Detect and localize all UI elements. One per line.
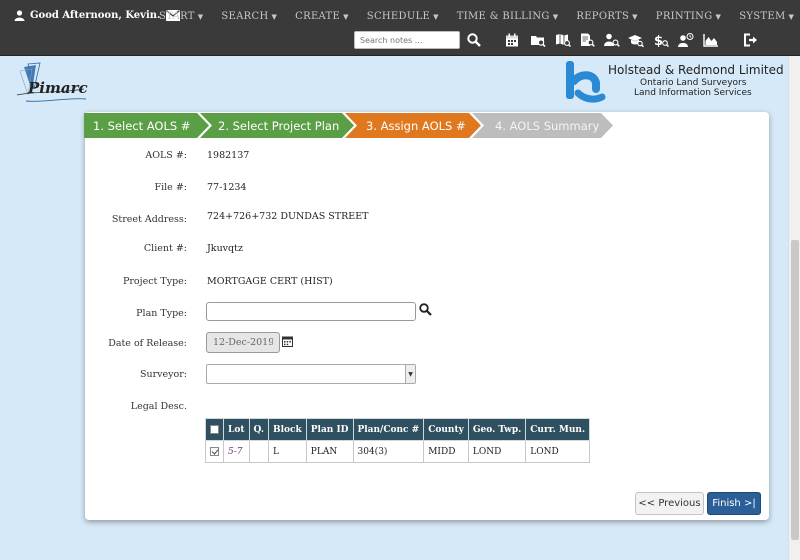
document-search-icon[interactable] [578, 31, 596, 49]
row-select-cell[interactable] [205, 440, 224, 463]
wizard-panel: AOLS #: 1982137 File #: 77-1234 Street A… [85, 112, 769, 520]
caret-down-icon: ▼ [433, 13, 439, 21]
block-cell: L [268, 440, 307, 463]
curr-mun-cell: LOND [525, 440, 591, 463]
col-curr-mun: Curr. Mun. [525, 418, 591, 441]
search-icon[interactable] [465, 31, 483, 49]
menu-schedule[interactable]: SCHEDULE ▼ [358, 11, 448, 22]
caret-down-icon: ▼ [552, 13, 559, 21]
finish-button[interactable]: Finish >| [707, 492, 761, 515]
header-band: Pimarc Holstead & Redmond Limited Ontari… [0, 57, 800, 112]
area-chart-icon[interactable] [702, 31, 720, 49]
col-county: County [423, 418, 469, 441]
scrollbar-thumb[interactable] [791, 240, 799, 540]
release-label: Date of Release: [108, 338, 187, 349]
plan-conc-cell: 304(3) [352, 440, 425, 463]
geo-twp-cell: LOND [467, 440, 527, 463]
user-clock-icon[interactable] [677, 31, 695, 49]
menu-reports[interactable]: REPORTS ▼ [567, 11, 646, 22]
client-label: Client #: [143, 243, 187, 254]
client-value: Jkuvqtz [207, 243, 243, 254]
surveyor-label: Surveyor: [140, 369, 187, 380]
lot-link[interactable]: 5-7 [223, 440, 250, 463]
col-lot: Lot [223, 418, 250, 441]
legal-desc-table: Lot Q. Block Plan ID Plan/Conc # County … [205, 418, 591, 463]
greeting-text: Good Afternoon, Kevin. [30, 10, 161, 21]
search-notes-input[interactable] [355, 32, 459, 48]
plan-type-input[interactable] [206, 302, 416, 321]
step-assign-aols[interactable]: 3. Assign AOLS # [342, 113, 482, 138]
map-search-icon[interactable] [554, 31, 572, 49]
holstead-redmond-logo: Holstead & Redmond Limited Ontario Land … [564, 59, 794, 103]
page-scrollbar[interactable] [788, 56, 800, 560]
menu-create[interactable]: CREATE ▼ [286, 11, 358, 22]
caret-down-icon: ▼ [715, 13, 722, 21]
release-date-input[interactable] [206, 332, 280, 353]
step-2-label: 2. Select Project Plan [218, 118, 340, 133]
q-cell [248, 440, 270, 463]
col-plan-id: Plan ID [305, 418, 354, 441]
pimarc-logo: Pimarc [14, 61, 94, 107]
step-3-label: 3. Assign AOLS # [366, 118, 466, 133]
main-menu: START ▼ SEARCH ▼ CREATE ▼ SCHEDULE ▼ TIME & … [150, 11, 800, 22]
street-label: Street Address: [111, 214, 187, 225]
dollar-search-icon[interactable]: $ [652, 31, 670, 49]
table-header-row: Lot Q. Block Plan ID Plan/Conc # County … [205, 418, 591, 441]
previous-button[interactable]: << Previous [635, 492, 704, 515]
folder-search-icon[interactable] [529, 31, 547, 49]
hr-logo-mark-icon [566, 61, 606, 103]
project-type-label: Project Type: [123, 276, 187, 287]
svg-text:Pimarc: Pimarc [27, 79, 88, 97]
project-type-value: MORTGAGE CERT (HIST) [207, 276, 333, 287]
calendar-icon[interactable] [503, 31, 521, 49]
file-value: 77-1234 [207, 182, 247, 193]
step-aols-summary[interactable]: 4. AOLS Summary [469, 113, 613, 138]
step-1-label: 1. Select AOLS # [93, 118, 191, 133]
street-value: 724+726+732 DUNDAS STREET [207, 211, 369, 222]
plan-id-cell: PLAN [305, 440, 354, 463]
company-name: Holstead & Redmond Limited [608, 63, 784, 77]
top-navigation-bar: Good Afternoon, Kevin. START ▼ SEARCH ▼ CR… [0, 0, 800, 56]
user-icon [14, 10, 25, 21]
table-row: 5-7 L PLAN 304(3) MIDD LOND LOND [205, 440, 591, 463]
file-label: File #: [154, 182, 187, 193]
caret-down-icon: ▼ [343, 13, 349, 21]
col-plan-conc: Plan/Conc # [352, 418, 425, 441]
step-select-project-plan[interactable]: 2. Select Project Plan [197, 113, 355, 138]
select-all-header[interactable] [205, 418, 224, 441]
plan-type-label: Plan Type: [136, 308, 187, 319]
caret-down-icon: ▼ [271, 13, 278, 21]
aols-label: AOLS #: [145, 150, 187, 161]
step-4-label: 4. AOLS Summary [495, 118, 600, 133]
select-all-checkbox[interactable] [210, 424, 219, 434]
county-cell: MIDD [423, 440, 469, 463]
logout-icon[interactable] [742, 31, 760, 49]
company-tagline-2: Land Information Services [634, 88, 752, 98]
legal-desc-label: Legal Desc. [130, 401, 187, 412]
svg-text:$: $ [654, 34, 663, 47]
caret-down-icon: ▼ [788, 13, 795, 21]
dropdown-arrow-icon[interactable]: ▼ [405, 365, 415, 383]
col-block: Block [268, 418, 307, 441]
search-notes-box [354, 31, 460, 49]
graduate-search-icon[interactable] [627, 31, 645, 49]
col-q: Q. [248, 418, 270, 441]
caret-down-icon: ▼ [197, 13, 204, 21]
menu-system[interactable]: SYSTEM ▼ [730, 11, 800, 22]
caret-down-icon: ▼ [632, 13, 638, 21]
col-geo-twp: Geo. Twp. [467, 418, 527, 441]
aols-value: 1982137 [207, 150, 250, 161]
menu-printing[interactable]: PRINTING ▼ [647, 11, 730, 22]
menu-start[interactable]: START ▼ [150, 11, 212, 22]
menu-search[interactable]: SEARCH ▼ [212, 11, 286, 22]
step-select-aols[interactable]: 1. Select AOLS # [84, 113, 212, 138]
user-search-icon[interactable] [603, 31, 621, 49]
menu-time-billing[interactable]: TIME & BILLING ▼ [448, 11, 568, 22]
surveyor-select[interactable]: ▼ [206, 364, 416, 384]
plan-search-icon[interactable] [419, 303, 432, 316]
row-checkbox[interactable] [210, 446, 219, 456]
company-tagline-1: Ontario Land Surveyors [640, 78, 747, 88]
calendar-icon[interactable] [282, 335, 293, 347]
